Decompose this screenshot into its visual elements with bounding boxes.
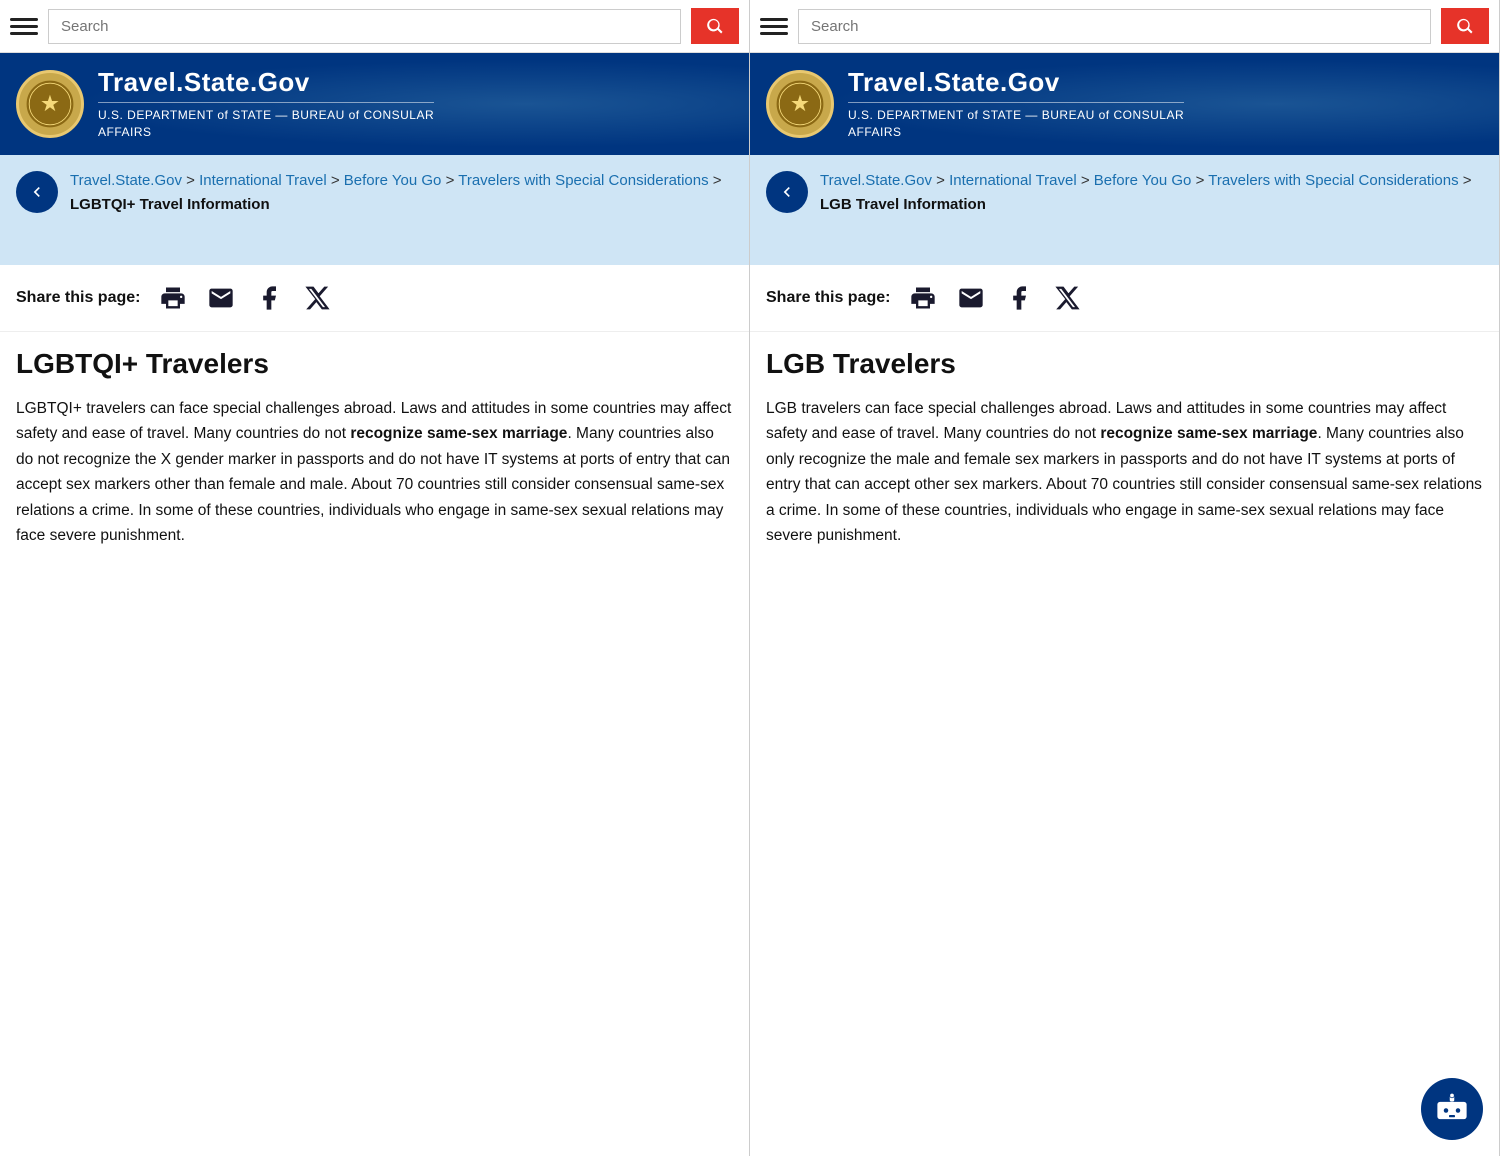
left-page-heading: LGBTQI+ Travelers xyxy=(16,348,733,380)
left-hamburger-menu[interactable] xyxy=(10,18,38,35)
left-search-button[interactable] xyxy=(691,8,739,44)
right-content-area: LGB Travelers LGB travelers can face spe… xyxy=(750,332,1499,1156)
left-site-header: ★ Travel.State.Gov U.S. DEPARTMENT of ST… xyxy=(0,53,749,155)
left-share-bar: Share this page: xyxy=(0,265,749,332)
right-share-label: Share this page: xyxy=(766,289,890,307)
left-share-label: Share this page: xyxy=(16,289,140,307)
right-site-title-block: Travel.State.Gov U.S. DEPARTMENT of STAT… xyxy=(848,67,1184,141)
right-breadcrumb-area: Travel.State.Gov > International Travel … xyxy=(750,155,1499,265)
left-breadcrumb-link-travelers[interactable]: Travelers with Special Considerations xyxy=(458,172,708,189)
left-share-icons xyxy=(156,281,334,315)
left-search-input[interactable] xyxy=(48,9,681,44)
right-panel: ★ Travel.State.Gov U.S. DEPARTMENT of ST… xyxy=(750,0,1500,1156)
right-twitter-x-icon[interactable] xyxy=(1050,281,1084,315)
right-robot-chat-icon[interactable] xyxy=(1421,1078,1483,1140)
right-back-button[interactable] xyxy=(766,171,808,213)
left-email-icon[interactable] xyxy=(204,281,238,315)
left-breadcrumb-link-intl[interactable]: International Travel xyxy=(199,172,327,189)
right-breadcrumb-link-home[interactable]: Travel.State.Gov xyxy=(820,172,932,189)
left-seal: ★ xyxy=(16,70,84,138)
svg-text:★: ★ xyxy=(790,91,810,116)
right-email-icon[interactable] xyxy=(954,281,988,315)
left-content-area: LGBTQI+ Travelers LGBTQI+ travelers can … xyxy=(0,332,749,1156)
left-page-body: LGBTQI+ travelers can face special chall… xyxy=(16,396,733,549)
right-page-body: LGB travelers can face special challenge… xyxy=(766,396,1483,549)
left-site-title-block: Travel.State.Gov U.S. DEPARTMENT of STAT… xyxy=(98,67,434,141)
right-search-input[interactable] xyxy=(798,9,1431,44)
right-share-bar: Share this page: xyxy=(750,265,1499,332)
right-breadcrumb-link-travelers[interactable]: Travelers with Special Considerations xyxy=(1208,172,1458,189)
right-seal: ★ xyxy=(766,70,834,138)
left-print-icon[interactable] xyxy=(156,281,190,315)
left-breadcrumb-link-home[interactable]: Travel.State.Gov xyxy=(70,172,182,189)
right-print-icon[interactable] xyxy=(906,281,940,315)
left-site-subtitle: U.S. DEPARTMENT of STATE — BUREAU of CON… xyxy=(98,107,434,141)
right-breadcrumb-link-before[interactable]: Before You Go xyxy=(1094,172,1192,189)
right-share-icons xyxy=(906,281,1084,315)
svg-text:★: ★ xyxy=(40,91,60,116)
left-facebook-icon[interactable] xyxy=(252,281,286,315)
right-facebook-icon[interactable] xyxy=(1002,281,1036,315)
right-hamburger-menu[interactable] xyxy=(760,18,788,35)
left-breadcrumb-current: LGBTQI+ Travel Information xyxy=(70,196,270,213)
left-back-button[interactable] xyxy=(16,171,58,213)
left-panel: ★ Travel.State.Gov U.S. DEPARTMENT of ST… xyxy=(0,0,750,1156)
right-breadcrumb-text: Travel.State.Gov > International Travel … xyxy=(820,169,1483,217)
right-site-subtitle: U.S. DEPARTMENT of STATE — BUREAU of CON… xyxy=(848,107,1184,141)
left-breadcrumb-text: Travel.State.Gov > International Travel … xyxy=(70,169,733,217)
right-nav-bar xyxy=(750,0,1499,53)
left-nav-bar xyxy=(0,0,749,53)
left-site-title: Travel.State.Gov xyxy=(98,67,434,103)
right-page-heading: LGB Travelers xyxy=(766,348,1483,380)
right-site-title: Travel.State.Gov xyxy=(848,67,1184,103)
left-breadcrumb-link-before[interactable]: Before You Go xyxy=(344,172,442,189)
right-site-header: ★ Travel.State.Gov U.S. DEPARTMENT of ST… xyxy=(750,53,1499,155)
right-search-button[interactable] xyxy=(1441,8,1489,44)
right-breadcrumb-link-intl[interactable]: International Travel xyxy=(949,172,1077,189)
left-breadcrumb-area: Travel.State.Gov > International Travel … xyxy=(0,155,749,265)
right-breadcrumb-current: LGB Travel Information xyxy=(820,196,986,213)
left-twitter-x-icon[interactable] xyxy=(300,281,334,315)
